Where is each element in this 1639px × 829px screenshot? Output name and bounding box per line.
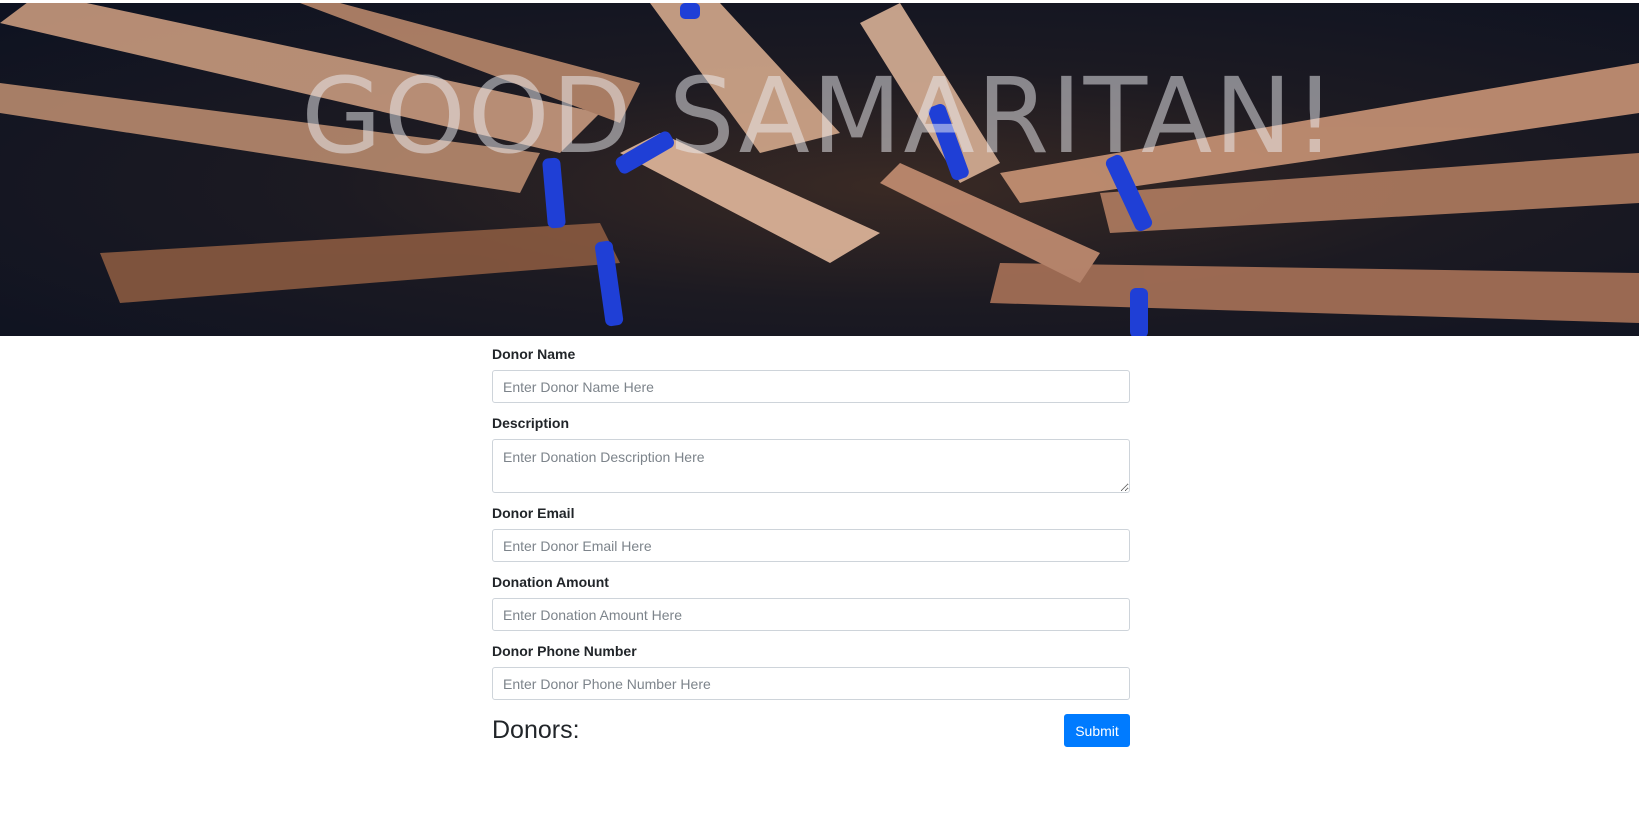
donor-email-label: Donor Email xyxy=(492,505,575,521)
donor-phone-group: Donor Phone Number xyxy=(492,641,1130,700)
donor-email-input[interactable] xyxy=(492,529,1130,562)
description-label: Description xyxy=(492,415,570,431)
donation-amount-input[interactable] xyxy=(492,598,1130,631)
donor-name-group: Donor Name xyxy=(492,344,1130,403)
donation-amount-label: Donation Amount xyxy=(492,574,609,590)
donation-form: Donor Name Description Donor Email Donat… xyxy=(492,336,1130,754)
donor-name-label: Donor Name xyxy=(492,346,576,362)
hero-title: GOOD SAMARITAN! xyxy=(301,55,1338,177)
form-footer: Donors: Submit xyxy=(492,714,1130,754)
donors-heading: Donors: xyxy=(492,716,580,744)
donor-phone-label: Donor Phone Number xyxy=(492,643,637,659)
submit-button[interactable]: Submit xyxy=(1064,714,1130,747)
hero-banner: GOOD SAMARITAN! xyxy=(0,3,1639,336)
donor-name-input[interactable] xyxy=(492,370,1130,403)
description-textarea[interactable] xyxy=(492,439,1130,493)
donation-amount-group: Donation Amount xyxy=(492,572,1130,631)
donor-email-group: Donor Email xyxy=(492,503,1130,562)
donor-phone-input[interactable] xyxy=(492,667,1130,700)
description-group: Description xyxy=(492,413,1130,493)
